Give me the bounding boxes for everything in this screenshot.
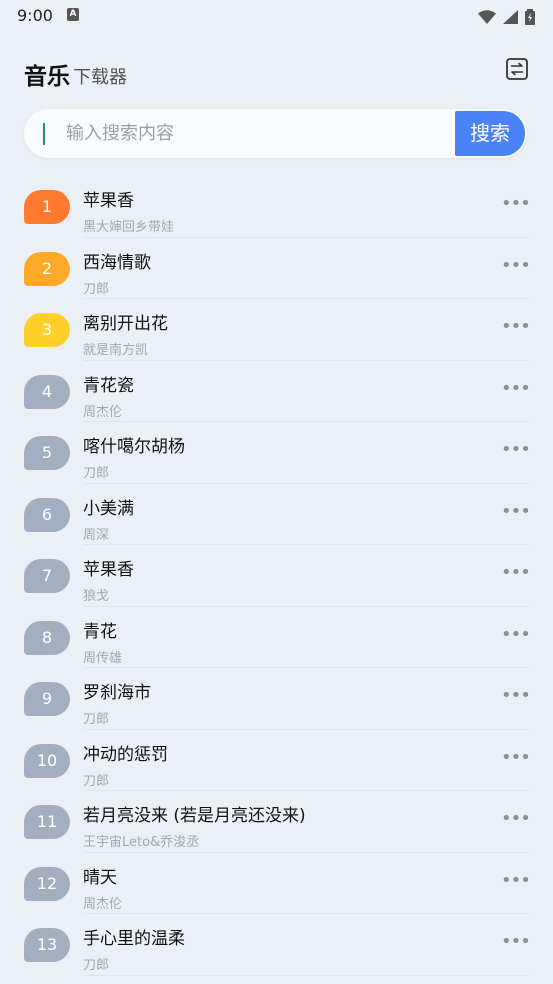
rank-badge: 8 bbox=[24, 620, 70, 655]
row-divider bbox=[83, 974, 529, 976]
rank-badge: 9 bbox=[24, 682, 70, 716]
more-options-icon[interactable]: ••• bbox=[501, 748, 531, 768]
song-title: 若月亮没来 (若是月亮还没来) bbox=[83, 806, 306, 826]
rank-badge: 4 bbox=[24, 374, 70, 409]
more-options-icon[interactable]: ••• bbox=[501, 687, 531, 706]
rank-badge: 10 bbox=[24, 743, 70, 778]
more-options-icon[interactable]: ••• bbox=[501, 502, 531, 522]
app-subtitle: 下载器 bbox=[73, 67, 127, 88]
more-options-icon[interactable]: ••• bbox=[501, 933, 531, 952]
song-artist: 周深 bbox=[83, 527, 110, 543]
song-title: 苹果香 bbox=[83, 191, 134, 211]
status-time: 9:00 bbox=[17, 6, 53, 25]
status-bar: 9:00 A bbox=[0, 0, 553, 30]
song-artist: 刀郎 bbox=[83, 466, 110, 481]
song-row[interactable]: 8 青花 周传雄 ••• bbox=[24, 607, 531, 668]
rank-badge: 2 bbox=[24, 251, 70, 286]
rank-badge: 12 bbox=[24, 866, 70, 901]
rank-badge: 1 bbox=[24, 190, 70, 224]
song-list: 1 苹果香 黑大婶回乡带娃 ••• 2 西海情歌 刀郎 ••• 3 离别开出花 … bbox=[24, 176, 531, 976]
song-artist: 就是南方凯 bbox=[83, 343, 149, 358]
status-icons bbox=[476, 6, 535, 25]
app-title: 音乐 bbox=[24, 64, 70, 90]
song-row[interactable]: 10 冲动的惩罚 刀郎 ••• bbox=[24, 730, 531, 791]
song-row[interactable]: 11 若月亮没来 (若是月亮还没来) 王宇宙Leto&乔浚丞 ••• bbox=[24, 791, 531, 853]
song-row[interactable]: 13 手心里的温柔 刀郎 ••• bbox=[24, 914, 531, 976]
song-artist: 刀郎 bbox=[83, 773, 110, 789]
song-title: 晴天 bbox=[83, 867, 117, 888]
rank-badge: 5 bbox=[24, 436, 70, 470]
more-options-icon[interactable]: ••• bbox=[501, 810, 531, 829]
song-row[interactable]: 1 苹果香 黑大婶回乡带娃 ••• bbox=[24, 176, 531, 238]
song-title: 手心里的温柔 bbox=[83, 929, 185, 949]
song-title: 喀什噶尔胡杨 bbox=[83, 437, 185, 457]
song-title: 离别开出花 bbox=[83, 314, 168, 334]
song-title: 青花瓷 bbox=[83, 375, 134, 396]
song-artist: 狼戈 bbox=[83, 589, 110, 604]
song-artist: 刀郎 bbox=[83, 958, 110, 973]
search-bar: 搜索 bbox=[24, 109, 527, 158]
song-title: 小美满 bbox=[83, 498, 134, 519]
more-options-icon[interactable]: ••• bbox=[501, 379, 531, 399]
song-artist: 周杰伦 bbox=[83, 404, 123, 420]
song-title: 冲动的惩罚 bbox=[83, 744, 168, 765]
song-title: 苹果香 bbox=[83, 560, 134, 580]
more-options-icon[interactable]: ••• bbox=[501, 564, 531, 583]
rank-badge: 7 bbox=[24, 559, 70, 593]
song-row[interactable]: 9 罗刹海市 刀郎 ••• bbox=[24, 668, 531, 730]
rank-badge: 6 bbox=[24, 497, 70, 532]
song-row[interactable]: 5 喀什噶尔胡杨 刀郎 ••• bbox=[24, 422, 531, 484]
song-artist: 黑大婶回乡带娃 bbox=[83, 220, 175, 235]
rank-badge: 3 bbox=[24, 313, 70, 347]
signal-icon bbox=[502, 9, 518, 24]
song-title: 西海情歌 bbox=[83, 252, 151, 273]
battery-icon bbox=[525, 8, 535, 25]
more-options-icon[interactable]: ••• bbox=[501, 318, 531, 337]
more-options-icon[interactable]: ••• bbox=[501, 625, 531, 645]
app-header: 音乐 下载器 bbox=[24, 55, 529, 90]
text-caret bbox=[43, 123, 45, 145]
song-artist: 周传雄 bbox=[83, 650, 123, 666]
more-options-icon[interactable]: ••• bbox=[501, 441, 531, 460]
song-row[interactable]: 4 青花瓷 周杰伦 ••• bbox=[24, 361, 531, 422]
search-button[interactable]: 搜索 bbox=[455, 111, 525, 156]
song-artist: 王宇宙Leto&乔浚丞 bbox=[83, 835, 200, 850]
song-row[interactable]: 2 西海情歌 刀郎 ••• bbox=[24, 238, 531, 299]
song-row[interactable]: 3 离别开出花 就是南方凯 ••• bbox=[24, 299, 531, 361]
rank-badge: 11 bbox=[24, 805, 70, 839]
more-options-icon[interactable]: ••• bbox=[501, 871, 531, 891]
song-title: 罗刹海市 bbox=[83, 683, 151, 703]
song-artist: 周杰伦 bbox=[83, 896, 123, 912]
wifi-icon bbox=[477, 9, 496, 24]
swap-icon bbox=[506, 58, 528, 80]
switch-source-button[interactable] bbox=[505, 57, 529, 81]
more-options-icon[interactable]: ••• bbox=[501, 195, 531, 214]
song-artist: 刀郎 bbox=[83, 712, 110, 727]
song-artist: 刀郎 bbox=[83, 281, 110, 297]
rank-badge: 13 bbox=[24, 928, 70, 962]
song-row[interactable]: 7 苹果香 狼戈 ••• bbox=[24, 545, 531, 607]
song-title: 青花 bbox=[83, 621, 117, 642]
search-input[interactable] bbox=[66, 109, 466, 158]
more-options-icon[interactable]: ••• bbox=[501, 256, 531, 276]
song-row[interactable]: 6 小美满 周深 ••• bbox=[24, 484, 531, 545]
notification-icon: A bbox=[67, 8, 79, 21]
song-row[interactable]: 12 晴天 周杰伦 ••• bbox=[24, 853, 531, 914]
